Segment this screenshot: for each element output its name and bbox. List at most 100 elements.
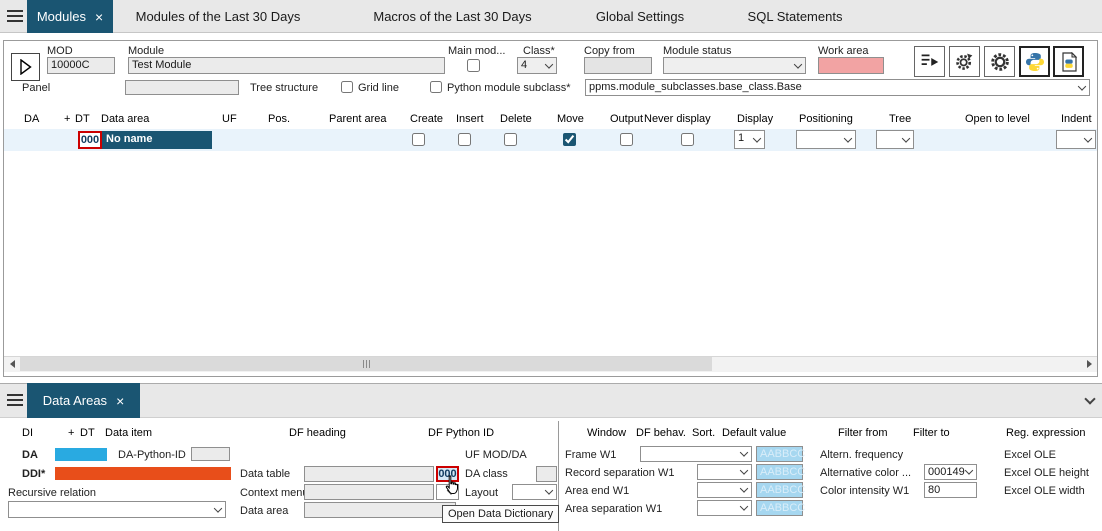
col-tree[interactable]: Tree	[889, 113, 911, 125]
row-positioning-dropdown[interactable]	[796, 130, 856, 149]
area-end-color-field[interactable]: AABBCC	[756, 482, 803, 498]
col-parent-area[interactable]: Parent area	[329, 113, 386, 125]
dcol-window[interactable]: Window	[587, 427, 626, 439]
module-status-dropdown[interactable]	[663, 57, 806, 74]
python-subclass-checkbox[interactable]	[430, 81, 442, 93]
col-output[interactable]: Output	[610, 113, 643, 125]
row-tree-dropdown[interactable]	[876, 130, 914, 149]
dcol-data-item[interactable]: Data item	[105, 427, 152, 439]
dcol-dt[interactable]: DT	[80, 427, 95, 439]
area-end-dropdown[interactable]	[697, 482, 752, 498]
tab-label: Modules of the Last 30 Days	[136, 9, 301, 24]
python-subclass-dropdown[interactable]: ppms.module_subclasses.base_class.Base	[585, 79, 1090, 96]
col-delete[interactable]: Delete	[500, 113, 532, 125]
scroll-left-arrow[interactable]	[4, 356, 20, 372]
record-separation-dropdown[interactable]	[697, 464, 752, 480]
scroll-right-arrow[interactable]	[1081, 356, 1097, 372]
dcol-add[interactable]: +	[68, 427, 74, 439]
panel-field[interactable]	[125, 80, 239, 95]
record-separation-color-field[interactable]: AABBCC	[756, 464, 803, 480]
mod-field[interactable]: 10000C	[47, 57, 115, 74]
row-create-checkbox[interactable]	[412, 133, 425, 146]
tab-macros-last-30-days[interactable]: Macros of the Last 30 Days	[350, 0, 555, 33]
col-open-to-level[interactable]: Open to level	[965, 113, 1030, 125]
dcol-df-heading[interactable]: DF heading	[289, 427, 346, 439]
work-area-field[interactable]	[818, 57, 884, 74]
alternative-color-dropdown[interactable]: 000149	[924, 464, 977, 480]
area-separation-color-field[interactable]: AABBCC	[756, 500, 803, 516]
gear-macro-button[interactable]	[949, 46, 980, 77]
bottom-tab-bar	[0, 383, 1102, 418]
python-button[interactable]	[1019, 46, 1050, 77]
mod-label: MOD	[47, 45, 73, 57]
col-indent[interactable]: Indent	[1061, 113, 1092, 125]
ddi-row-label: DDI*	[22, 468, 45, 480]
col-uf[interactable]: UF	[222, 113, 237, 125]
tab-modules[interactable]: Modules ×	[27, 0, 113, 33]
frame-w1-color-field[interactable]: AABBCC	[756, 446, 803, 462]
tab-global-settings[interactable]: Global Settings	[577, 0, 703, 33]
python-file-button[interactable]	[1053, 46, 1084, 77]
h-scrollbar-thumb[interactable]	[20, 357, 712, 371]
main-mod-checkbox[interactable]	[467, 59, 480, 72]
da-color-field[interactable]	[55, 448, 107, 461]
dcol-df-python-id[interactable]: DF Python ID	[428, 427, 494, 439]
col-positioning[interactable]: Positioning	[799, 113, 853, 125]
layout-dropdown[interactable]	[512, 484, 557, 500]
col-pos[interactable]: Pos.	[268, 113, 290, 125]
copy-from-field[interactable]	[584, 57, 652, 74]
frame-w1-dropdown[interactable]	[640, 446, 752, 462]
col-dt[interactable]: DT	[75, 113, 90, 125]
row-output-checkbox[interactable]	[620, 133, 633, 146]
context-menu-field[interactable]	[304, 484, 434, 500]
record-separation-label: Record separation W1	[565, 467, 674, 479]
menu-icon[interactable]	[7, 10, 23, 22]
col-never-display[interactable]: Never display	[644, 113, 711, 125]
excel-ole-height-label: Excel OLE height	[1004, 467, 1089, 479]
dcol-filter-from[interactable]: Filter from	[838, 427, 888, 439]
gear-settings-button[interactable]	[984, 46, 1015, 77]
row-move-checkbox[interactable]	[563, 133, 576, 146]
close-icon[interactable]: ×	[116, 394, 124, 408]
da-class-field[interactable]	[536, 466, 557, 482]
col-move[interactable]: Move	[557, 113, 584, 125]
panel-label: Panel	[22, 82, 50, 94]
dcol-default-value[interactable]: Default value	[722, 427, 786, 439]
col-add[interactable]: +	[64, 113, 70, 125]
col-insert[interactable]: Insert	[456, 113, 484, 125]
col-data-area[interactable]: Data area	[101, 113, 149, 125]
col-da[interactable]: DA	[24, 113, 39, 125]
dcol-di[interactable]: DI	[22, 427, 33, 439]
row-delete-checkbox[interactable]	[504, 133, 517, 146]
da-python-id-field[interactable]	[191, 447, 230, 461]
data-area-field[interactable]	[304, 502, 456, 518]
col-display[interactable]: Display	[737, 113, 773, 125]
tab-data-areas[interactable]: Data Areas ×	[27, 383, 140, 418]
grid-line-checkbox[interactable]	[341, 81, 353, 93]
run-list-button[interactable]	[914, 46, 945, 77]
ddi-color-field[interactable]	[55, 467, 231, 480]
data-table-field[interactable]	[304, 466, 434, 482]
class-dropdown[interactable]: 4	[517, 57, 557, 74]
row-data-area-cell[interactable]: No name	[102, 131, 212, 149]
dcol-filter-to[interactable]: Filter to	[913, 427, 950, 439]
row-display-dropdown[interactable]: 1	[734, 130, 765, 149]
recursive-relation-dropdown[interactable]	[8, 501, 226, 518]
area-separation-dropdown[interactable]	[697, 500, 752, 516]
recursive-relation-label: Recursive relation	[8, 487, 96, 499]
col-create[interactable]: Create	[410, 113, 443, 125]
color-intensity-field[interactable]: 80	[924, 482, 977, 498]
dcol-df-behav[interactable]: DF behav.	[636, 427, 686, 439]
tab-modules-last-30-days[interactable]: Modules of the Last 30 Days	[118, 0, 318, 33]
row-dt-cell[interactable]: 000	[78, 131, 102, 149]
dcol-reg-expression[interactable]: Reg. expression	[1006, 427, 1086, 439]
tab-sql-statements[interactable]: SQL Statements	[720, 0, 870, 33]
bottom-menu-icon[interactable]	[7, 394, 23, 406]
row-indent-dropdown[interactable]	[1056, 130, 1096, 149]
module-field[interactable]: Test Module	[128, 57, 445, 74]
close-icon[interactable]: ×	[95, 10, 103, 24]
run-module-button[interactable]	[11, 53, 40, 81]
dcol-sort[interactable]: Sort.	[692, 427, 715, 439]
row-never-display-checkbox[interactable]	[681, 133, 694, 146]
row-insert-checkbox[interactable]	[458, 133, 471, 146]
